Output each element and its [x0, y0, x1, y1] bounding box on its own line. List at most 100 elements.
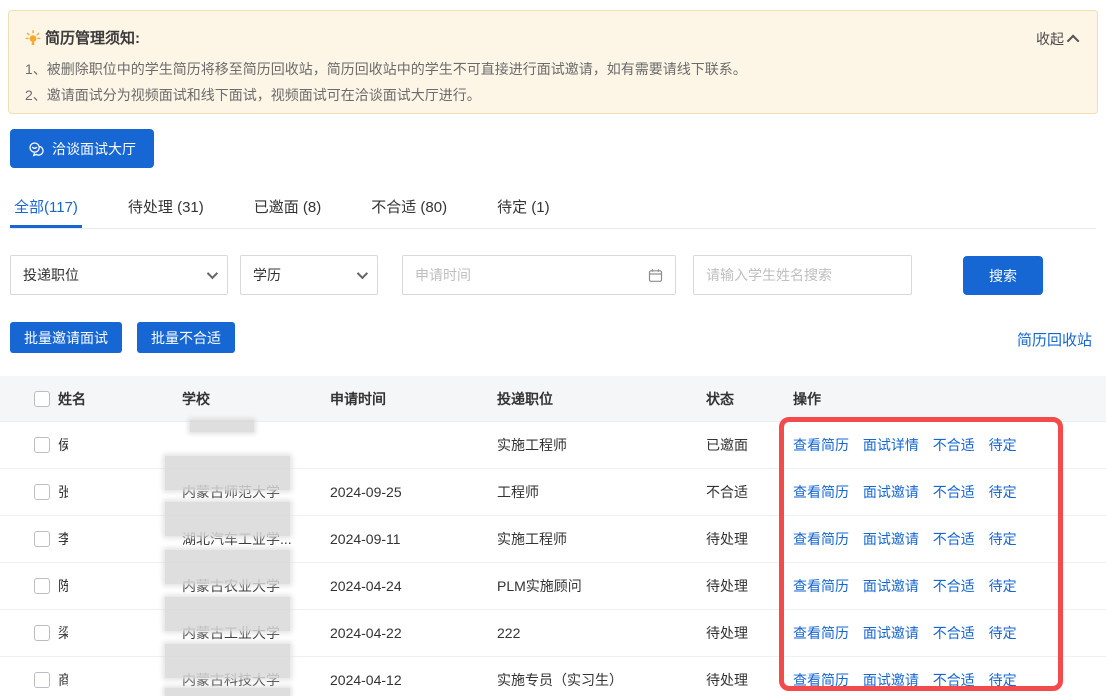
unsuitable-link[interactable]: 不合适: [933, 437, 975, 453]
status: 不合适: [706, 482, 748, 502]
header-status: 状态: [706, 389, 734, 409]
row-checkbox[interactable]: [34, 531, 50, 547]
chat-icon: [28, 141, 44, 157]
tab-invited[interactable]: 已邀面 (8): [250, 196, 326, 228]
unsuitable-link[interactable]: 不合适: [933, 672, 975, 688]
chevron-up-icon: [1067, 34, 1080, 47]
redaction-block: [165, 502, 290, 536]
calendar-icon: [648, 268, 663, 283]
apply-date-input[interactable]: 申请时间: [402, 255, 676, 295]
interview-invite-link[interactable]: 面试邀请: [863, 625, 919, 641]
search-button[interactable]: 搜索: [963, 256, 1043, 295]
filter-bar: 投递职位 学历 申请时间 搜索: [0, 255, 1106, 295]
header-name: 姓名: [58, 389, 86, 409]
notice-line-2: 2、邀请面试分为视频面试和线下面试，视频面试可在洽谈面试大厅进行。: [25, 85, 481, 105]
status-tabs: 全部(117) 待处理 (31) 已邀面 (8) 不合适 (80) 待定 (1): [10, 196, 1096, 229]
header-position: 投递职位: [497, 389, 553, 409]
notice-title: 简历管理须知:: [45, 27, 140, 48]
row-checkbox[interactable]: [34, 437, 50, 453]
interview-hall-label: 洽谈面试大厅: [52, 139, 136, 159]
header-date: 申请时间: [330, 389, 386, 409]
row-checkbox[interactable]: [34, 672, 50, 688]
unsuitable-link[interactable]: 不合适: [933, 578, 975, 594]
undecided-link[interactable]: 待定: [989, 531, 1017, 547]
interview-invite-link[interactable]: 面试邀请: [863, 578, 919, 594]
redaction-block: [190, 420, 254, 432]
position: 工程师: [497, 482, 539, 502]
unsuitable-link[interactable]: 不合适: [933, 531, 975, 547]
apply-date: 2024-04-12: [330, 672, 402, 688]
status: 已邀面: [706, 435, 748, 455]
position: 222: [497, 625, 520, 641]
tab-all[interactable]: 全部(117): [10, 196, 82, 228]
status: 待处理: [706, 576, 748, 596]
status: 待处理: [706, 529, 748, 549]
redaction-block: [165, 456, 290, 490]
redaction-block: [165, 644, 290, 678]
notice-line-1: 1、被删除职位中的学生简历将移至简历回收站，简历回收站中的学生不可直接进行面试邀…: [25, 59, 747, 79]
interview-detail-link[interactable]: 面试详情: [863, 437, 919, 453]
resume-management-page: 简历管理须知: 收起 1、被删除职位中的学生简历将移至简历回收站，简历回收站中的…: [0, 0, 1106, 696]
apply-date: 2024-04-22: [330, 625, 402, 641]
tab-unsuitable[interactable]: 不合适 (80): [367, 196, 451, 228]
apply-date: 2024-04-24: [330, 578, 402, 594]
position-select[interactable]: 投递职位: [10, 255, 228, 295]
view-resume-link[interactable]: 查看简历: [793, 672, 849, 688]
undecided-link[interactable]: 待定: [989, 484, 1017, 500]
redaction-block: [68, 613, 156, 654]
redaction-block: [165, 550, 290, 584]
view-resume-link[interactable]: 查看简历: [793, 625, 849, 641]
undecided-link[interactable]: 待定: [989, 625, 1017, 641]
redaction-block: [68, 472, 156, 513]
view-resume-link[interactable]: 查看简历: [793, 578, 849, 594]
notice-banner: 简历管理须知: 收起 1、被删除职位中的学生简历将移至简历回收站，简历回收站中的…: [8, 10, 1098, 114]
status: 待处理: [706, 623, 748, 643]
select-all-checkbox[interactable]: [34, 391, 50, 407]
resume-recycle-bin-link[interactable]: 简历回收站: [1017, 329, 1092, 350]
collapse-label: 收起: [1036, 29, 1064, 49]
tab-pending[interactable]: 待处理 (31): [124, 196, 208, 228]
undecided-link[interactable]: 待定: [989, 578, 1017, 594]
education-select-value: 学历: [253, 265, 281, 285]
batch-invite-button[interactable]: 批量邀请面试: [10, 322, 122, 353]
redaction-block: [165, 597, 290, 631]
row-checkbox[interactable]: [34, 625, 50, 641]
header-actions: 操作: [793, 389, 821, 409]
view-resume-link[interactable]: 查看简历: [793, 484, 849, 500]
apply-date: 2024-09-25: [330, 484, 402, 500]
unsuitable-link[interactable]: 不合适: [933, 625, 975, 641]
redaction-block: [165, 688, 290, 696]
position: 实施工程师: [497, 529, 567, 549]
position: PLM实施顾问: [497, 576, 582, 596]
interview-invite-link[interactable]: 面试邀请: [863, 531, 919, 547]
education-select[interactable]: 学历: [240, 255, 378, 295]
unsuitable-link[interactable]: 不合适: [933, 484, 975, 500]
undecided-link[interactable]: 待定: [989, 672, 1017, 688]
chevron-down-icon: [357, 268, 368, 279]
redaction-block: [68, 519, 156, 560]
view-resume-link[interactable]: 查看简历: [793, 531, 849, 547]
chevron-down-icon: [207, 268, 218, 279]
redaction-block: [68, 566, 156, 607]
interview-invite-link[interactable]: 面试邀请: [863, 672, 919, 688]
table-header-row: 姓名 学校 申请时间 投递职位 状态 操作: [0, 376, 1106, 422]
interview-invite-link[interactable]: 面试邀请: [863, 484, 919, 500]
undecided-link[interactable]: 待定: [989, 437, 1017, 453]
row-checkbox[interactable]: [34, 578, 50, 594]
apply-date: 2024-09-11: [330, 531, 401, 547]
tab-undecided[interactable]: 待定 (1): [493, 196, 554, 228]
header-school: 学校: [182, 389, 210, 409]
position-select-value: 投递职位: [23, 265, 79, 285]
apply-date-placeholder: 申请时间: [415, 265, 471, 285]
position: 实施专员（实习生）: [497, 670, 623, 690]
student-name-search-input[interactable]: [693, 255, 912, 295]
status: 待处理: [706, 670, 748, 690]
redaction-block: [68, 660, 156, 696]
lightbulb-icon: [25, 30, 41, 46]
batch-unsuitable-button[interactable]: 批量不合适: [137, 322, 235, 353]
collapse-toggle[interactable]: 收起: [1036, 29, 1079, 49]
position: 实施工程师: [497, 435, 567, 455]
interview-hall-button[interactable]: 洽谈面试大厅: [10, 129, 154, 168]
row-checkbox[interactable]: [34, 484, 50, 500]
view-resume-link[interactable]: 查看简历: [793, 437, 849, 453]
